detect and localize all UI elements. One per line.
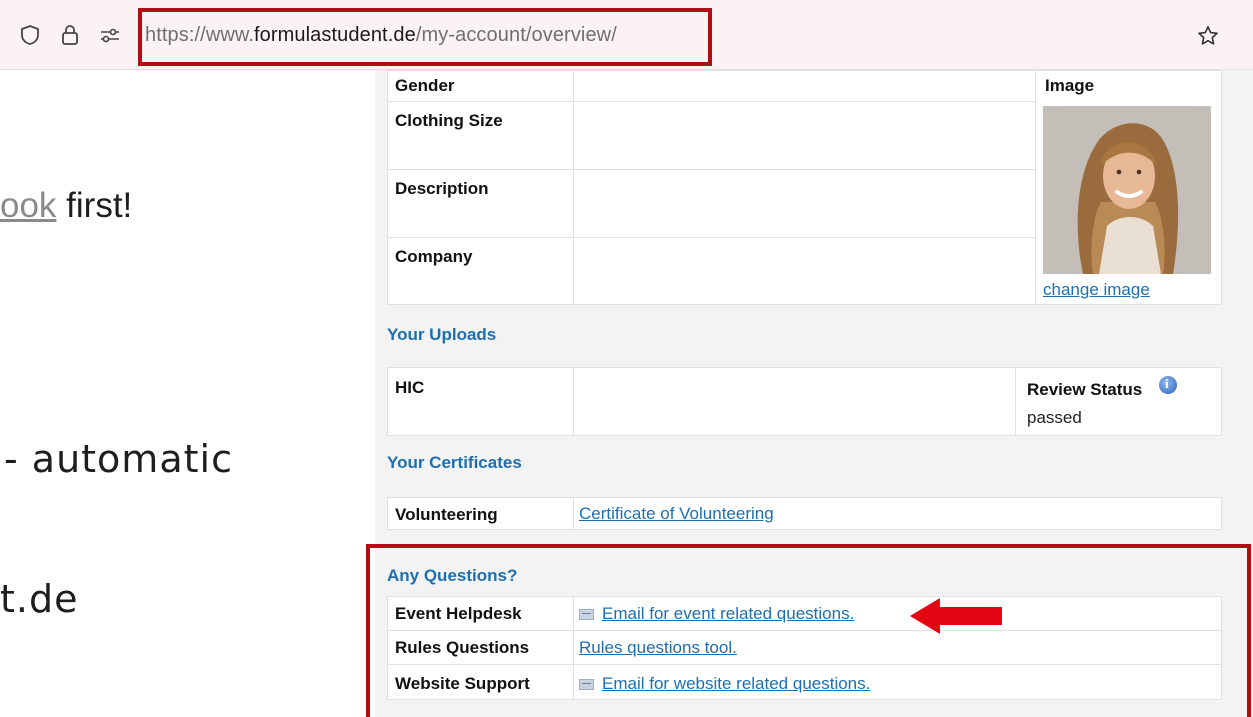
url-highlight-box xyxy=(138,8,712,66)
slide-line-handbook: ook first! xyxy=(0,186,132,226)
certificate-of-volunteering-link[interactable]: Certificate of Volunteering xyxy=(579,504,774,524)
certificates-table xyxy=(387,497,1222,530)
profile-photo xyxy=(1043,106,1211,274)
uploads-table xyxy=(387,367,1222,436)
change-image-link[interactable]: change image xyxy=(1043,280,1150,300)
slide-handbook-link[interactable]: ook xyxy=(0,186,56,225)
company-label: Company xyxy=(395,247,473,266)
slide-line-automatic: - automatic xyxy=(4,437,233,481)
gender-label: Gender xyxy=(395,76,455,95)
divider xyxy=(387,169,1035,170)
shield-icon[interactable] xyxy=(18,23,42,47)
divider xyxy=(1015,367,1016,436)
divider xyxy=(573,70,574,305)
review-status-value: passed xyxy=(1027,408,1082,427)
divider xyxy=(573,367,574,436)
review-status-label: Review Status xyxy=(1027,380,1143,399)
hic-label: HIC xyxy=(395,378,425,397)
certificates-heading: Your Certificates xyxy=(387,453,522,472)
slide-line1-rest: first! xyxy=(56,186,133,225)
info-icon[interactable] xyxy=(1159,376,1177,394)
permissions-icon[interactable] xyxy=(98,23,122,47)
image-label: Image xyxy=(1045,76,1095,95)
divider xyxy=(387,101,1035,102)
bookmark-star-icon[interactable] xyxy=(1196,24,1220,48)
questions-highlight-box xyxy=(366,544,1251,717)
pointer-arrow-icon xyxy=(910,598,1002,634)
uploads-heading: Your Uploads xyxy=(387,325,497,344)
clothing-size-label: Clothing Size xyxy=(395,111,503,130)
profile-photo-illustration xyxy=(1043,106,1211,274)
lock-icon[interactable] xyxy=(58,23,82,47)
browser-url-bar: https://www.formulastudent.de/my-account… xyxy=(0,0,1253,70)
slide-line-domain: t.de xyxy=(0,577,79,621)
divider xyxy=(1035,70,1036,305)
divider xyxy=(387,237,1035,238)
volunteering-label: Volunteering xyxy=(395,505,498,524)
divider xyxy=(573,497,574,530)
description-label: Description xyxy=(395,179,489,198)
